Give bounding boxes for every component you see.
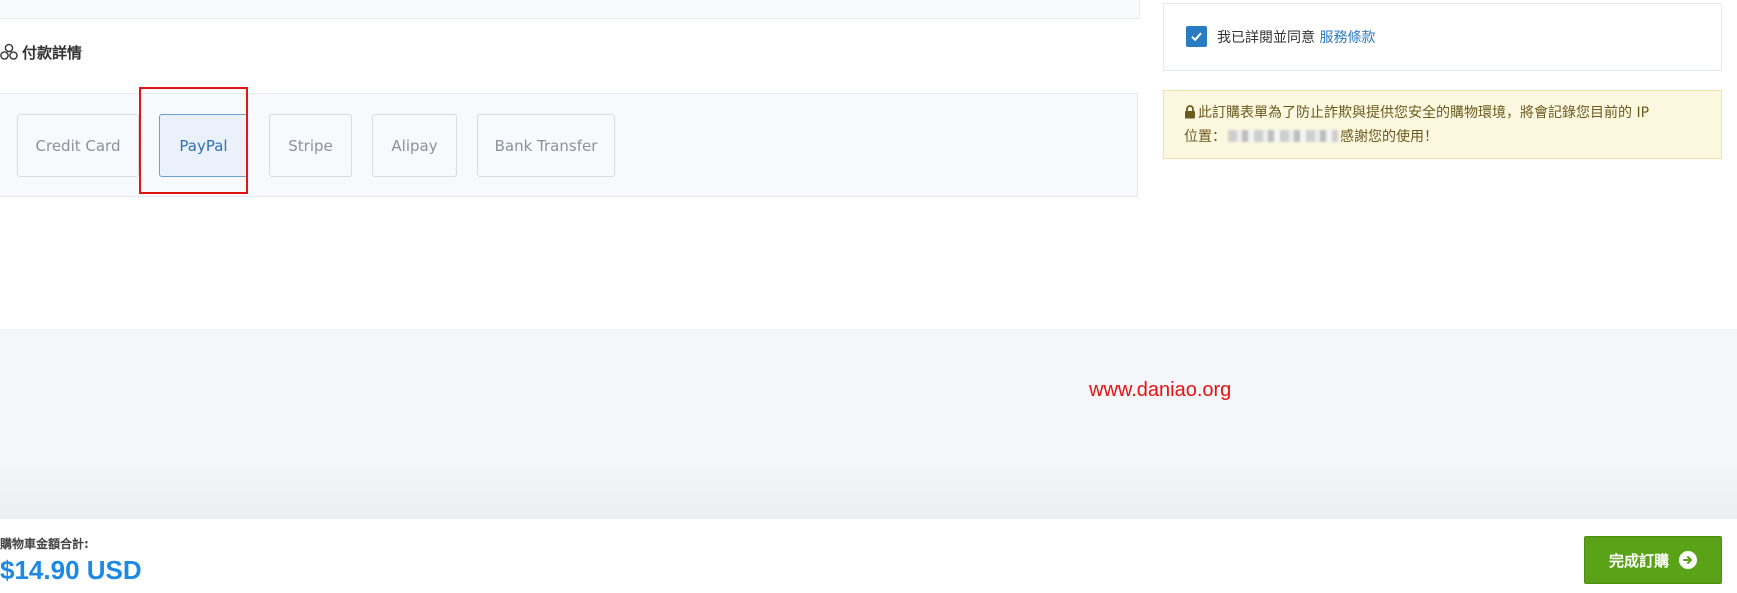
section-title-label: 付款詳情	[22, 43, 83, 62]
terms-of-service-link[interactable]: 服務條款	[1319, 30, 1375, 46]
payment-option-bank-transfer[interactable]: Bank Transfer	[477, 114, 615, 177]
terms-card: 我已詳閱並同意 服務條款	[1163, 3, 1722, 71]
ip-notice-thanks: 感謝您的使用！	[1340, 129, 1438, 145]
payment-option-credit-card[interactable]: Credit Card	[17, 114, 139, 177]
complete-order-label: 完成訂購	[1608, 551, 1669, 570]
highlight-annotation	[139, 87, 248, 194]
ip-notice-text-1: 此訂購表單為了防止詐欺與提供您安全的購物環境，將會記錄您目前的 IP	[1198, 105, 1650, 121]
terms-checkbox[interactable]	[1186, 26, 1207, 47]
payment-option-alipay[interactable]: Alipay	[372, 114, 457, 177]
ip-notice-label: 位置：	[1184, 129, 1226, 145]
checkout-page: 付款詳情 Credit Card PayPal Stripe Alipay Ba…	[0, 0, 1737, 593]
ip-notice-line-1: 此訂購表單為了防止詐欺與提供您安全的購物環境，將會記錄您目前的 IP	[1184, 102, 1701, 126]
cart-total-value: $14.90 USD	[0, 555, 142, 585]
order-summary-bar: 購物車金額合計: $14.90 USD 完成訂購	[0, 519, 1737, 593]
payment-icon	[0, 43, 18, 61]
payment-option-stripe[interactable]: Stripe	[269, 114, 352, 177]
lock-icon	[1184, 104, 1196, 126]
ip-notice-line-2: 位置： 感謝您的使用！	[1184, 126, 1701, 148]
terms-label: 我已詳閱並同意	[1217, 30, 1315, 46]
complete-order-button[interactable]: 完成訂購	[1584, 536, 1722, 584]
payment-section-title: 付款詳情	[0, 41, 82, 63]
previous-card	[0, 0, 1140, 19]
redacted-ip	[1228, 130, 1338, 142]
check-icon	[1191, 32, 1202, 42]
watermark-text: www.daniao.org	[1089, 379, 1232, 401]
terms-text: 我已詳閱並同意 服務條款	[1217, 27, 1375, 47]
ip-notice: 此訂購表單為了防止詐欺與提供您安全的購物環境，將會記錄您目前的 IP 位置： 感謝…	[1163, 90, 1722, 159]
arrow-right-circle-icon	[1679, 551, 1697, 569]
cart-total-label: 購物車金額合計:	[0, 537, 89, 551]
footer-band	[0, 329, 1737, 519]
